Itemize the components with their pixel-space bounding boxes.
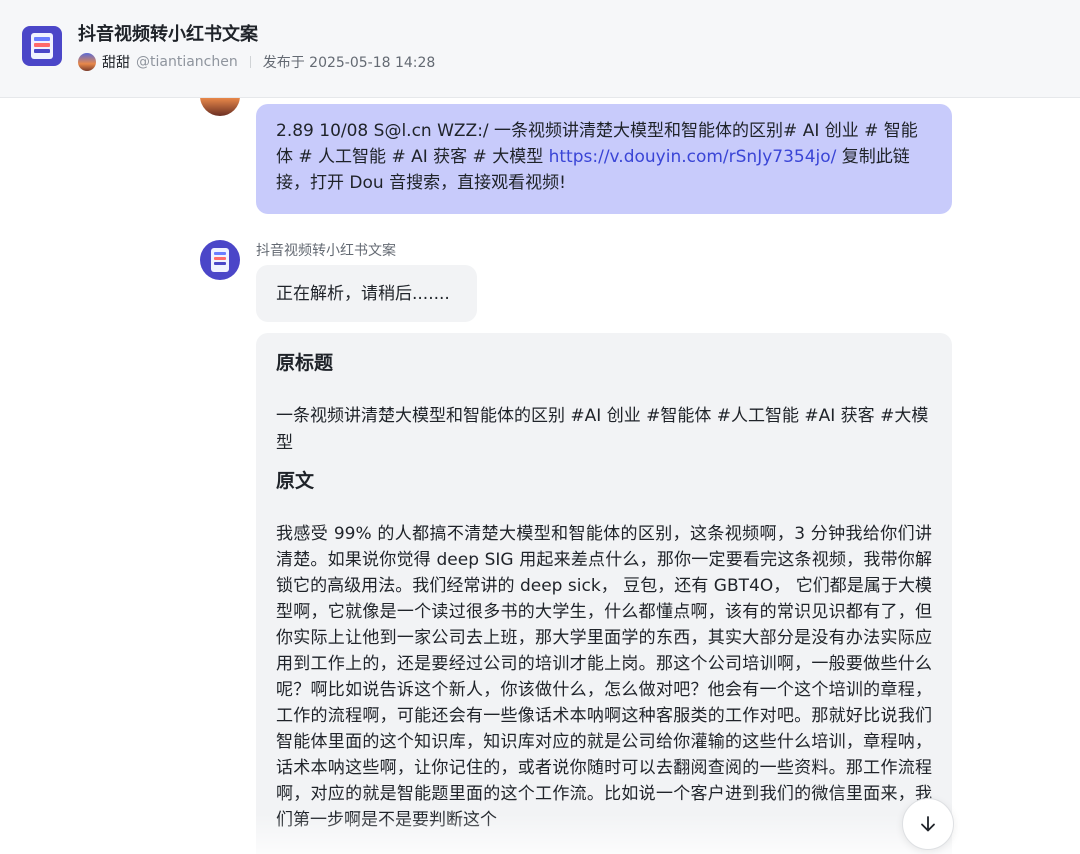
- original-text-body: 我感受 99% 的人都搞不清楚大模型和智能体的区别，这条视频啊，3 分钟我给你们…: [276, 524, 932, 830]
- author-handle: @tiantianchen: [136, 54, 238, 70]
- douyin-link[interactable]: https://v.douyin.com/rSnJy7354jo/: [549, 147, 837, 167]
- chat-area[interactable]: 2.89 10/08 S@l.cn WZZ:/ 一条视频讲清楚大模型和智能体的区…: [0, 98, 1080, 854]
- app-header: 抖音视频转小红书文案 甜甜 @tiantianchen 发布于 2025-05-…: [0, 0, 1080, 98]
- status-message-bubble: 正在解析，请稍后.......: [256, 265, 477, 322]
- original-title-text: 一条视频讲清楚大模型和智能体的区别 #AI 创业 #智能体 #人工智能 #AI …: [276, 406, 929, 453]
- bot-avatar: [200, 240, 240, 280]
- arrow-down-icon: [921, 816, 935, 832]
- answer-message-bubble: 原标题 一条视频讲清楚大模型和智能体的区别 #AI 创业 #智能体 #人工智能 …: [256, 333, 952, 854]
- author-name[interactable]: 甜甜: [102, 52, 130, 72]
- app-title: 抖音视频转小红书文案: [78, 24, 258, 45]
- app-logo-icon: [22, 26, 62, 66]
- publish-meta: 甜甜 @tiantianchen 发布于 2025-05-18 14:28: [78, 52, 435, 72]
- section-heading-original-text: 原文: [276, 470, 315, 492]
- author-avatar[interactable]: [78, 53, 96, 71]
- bot-name: 抖音视频转小红书文案: [256, 243, 396, 259]
- user-message-bubble: 2.89 10/08 S@l.cn WZZ:/ 一条视频讲清楚大模型和智能体的区…: [256, 104, 952, 214]
- divider: [249, 56, 251, 68]
- section-heading-original-title: 原标题: [276, 352, 334, 374]
- user-avatar: [200, 98, 240, 116]
- status-text: 正在解析，请稍后.......: [276, 284, 450, 304]
- scroll-to-bottom-button[interactable]: [902, 798, 954, 850]
- publish-time: 发布于 2025-05-18 14:28: [262, 55, 436, 71]
